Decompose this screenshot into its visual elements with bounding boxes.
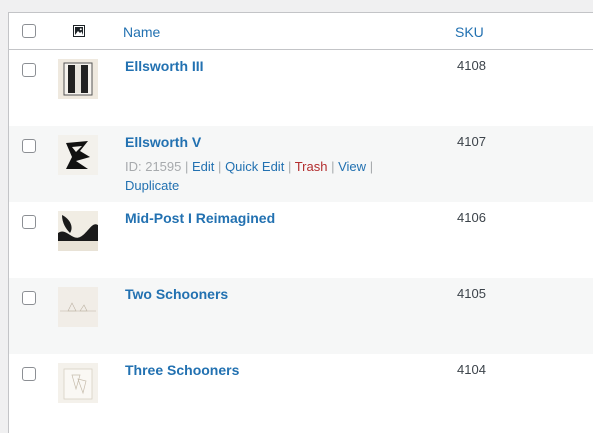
quick-edit-link[interactable]: Quick Edit [225, 159, 284, 174]
product-sku: 4107 [457, 134, 486, 149]
row-checkbox[interactable] [22, 367, 36, 381]
duplicate-link[interactable]: Duplicate [125, 178, 179, 193]
product-name-link[interactable]: Three Schooners [125, 362, 239, 378]
separator: | [369, 159, 374, 174]
image-icon [73, 25, 85, 37]
select-all-checkbox[interactable] [22, 24, 36, 38]
product-id-label: ID: 21595 [125, 159, 182, 174]
table-row: Mid-Post I Reimagined 4106 [9, 202, 593, 278]
view-link[interactable]: View [338, 159, 366, 174]
row-checkbox[interactable] [22, 139, 36, 153]
product-thumbnail[interactable] [58, 287, 98, 327]
edit-link[interactable]: Edit [192, 159, 214, 174]
separator: | [185, 159, 189, 174]
product-name-link[interactable]: Ellsworth V [125, 134, 201, 150]
separator: | [287, 159, 292, 174]
products-table: Name SKU Ellsworth III 4108 Ellsworth V … [8, 12, 593, 433]
table-header: Name SKU [9, 13, 593, 50]
row-checkbox[interactable] [22, 215, 36, 229]
row-checkbox[interactable] [22, 63, 36, 77]
sku-column-header[interactable]: SKU [455, 24, 484, 40]
row-actions: ID: 21595 | Edit | Quick Edit | Trash | … [125, 157, 405, 195]
product-sku: 4108 [457, 58, 486, 73]
separator: | [331, 159, 335, 174]
product-name-link[interactable]: Two Schooners [125, 286, 228, 302]
product-thumbnail[interactable] [58, 211, 98, 251]
separator: | [218, 159, 222, 174]
table-row: Three Schooners 4104 [9, 354, 593, 430]
row-checkbox[interactable] [22, 291, 36, 305]
product-thumbnail[interactable] [58, 135, 98, 175]
table-row: Two Schooners 4105 [9, 278, 593, 354]
name-column-header[interactable]: Name [123, 24, 160, 40]
product-thumbnail[interactable] [58, 363, 98, 403]
product-sku: 4105 [457, 286, 486, 301]
product-sku: 4106 [457, 210, 486, 225]
table-row: Ellsworth V 4107 ID: 21595 | Edit | Quic… [9, 126, 593, 202]
product-sku: 4104 [457, 362, 486, 377]
product-name-link[interactable]: Mid-Post I Reimagined [125, 210, 275, 226]
table-row: Ellsworth III 4108 [9, 50, 593, 126]
trash-link[interactable]: Trash [295, 159, 328, 174]
product-name-link[interactable]: Ellsworth III [125, 58, 204, 74]
product-thumbnail[interactable] [58, 59, 98, 99]
